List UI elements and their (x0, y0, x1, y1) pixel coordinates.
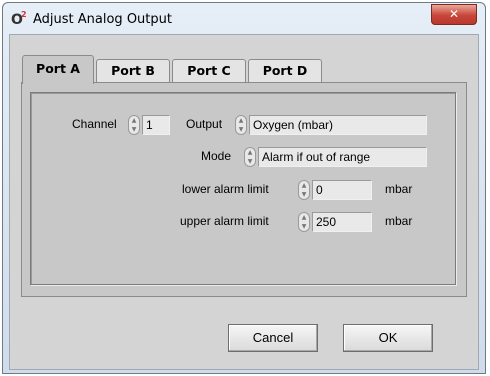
spin-up-icon[interactable]: ▲ (245, 148, 255, 157)
dialog-window: O2 Adjust Analog Output ✕ Port A Port B … (2, 2, 486, 374)
spin-down-icon[interactable]: ▼ (129, 125, 139, 134)
ok-button[interactable]: OK (343, 324, 433, 352)
spin-down-icon[interactable]: ▼ (299, 222, 309, 231)
cancel-button[interactable]: Cancel (228, 324, 318, 352)
dialog-content: Port A Port B Port C Port D Channel ▲ ▼ … (9, 34, 479, 370)
upper-alarm-limit-label: upper alarm limit (180, 214, 269, 228)
tab-port-d[interactable]: Port D (248, 59, 322, 83)
upper-alarm-field[interactable]: 250 (312, 212, 372, 232)
mode-field[interactable]: Alarm if out of range (258, 147, 427, 167)
tab-port-c[interactable]: Port C (172, 59, 246, 83)
mode-spinner[interactable]: ▲ ▼ (244, 147, 256, 167)
window-title: Adjust Analog Output (33, 12, 172, 27)
app-icon: O2 (11, 10, 27, 28)
tab-port-a[interactable]: Port A (22, 55, 94, 84)
close-button[interactable]: ✕ (431, 4, 477, 25)
lower-alarm-limit-label: lower alarm limit (182, 182, 269, 196)
channel-field[interactable]: 1 (142, 115, 170, 135)
output-spinner[interactable]: ▲ ▼ (235, 115, 247, 135)
channel-spinner[interactable]: ▲ ▼ (128, 115, 140, 135)
channel-label: Channel (72, 117, 117, 131)
spin-up-icon[interactable]: ▲ (299, 181, 309, 190)
tab-panel: Channel ▲ ▼ 1 Output ▲ ▼ Oxygen (mbar) M… (21, 82, 467, 297)
settings-group: Channel ▲ ▼ 1 Output ▲ ▼ Oxygen (mbar) M… (30, 92, 456, 285)
spin-up-icon[interactable]: ▲ (129, 116, 139, 125)
spin-down-icon[interactable]: ▼ (299, 190, 309, 199)
spin-down-icon[interactable]: ▼ (245, 157, 255, 166)
spin-down-icon[interactable]: ▼ (236, 125, 246, 134)
lower-alarm-spinner[interactable]: ▲ ▼ (298, 180, 310, 200)
output-field[interactable]: Oxygen (mbar) (249, 115, 427, 135)
upper-alarm-unit: mbar (385, 214, 413, 228)
spin-up-icon[interactable]: ▲ (236, 116, 246, 125)
upper-alarm-spinner[interactable]: ▲ ▼ (298, 212, 310, 232)
spin-up-icon[interactable]: ▲ (299, 213, 309, 222)
tab-port-b[interactable]: Port B (96, 59, 170, 83)
lower-alarm-unit: mbar (385, 182, 413, 196)
lower-alarm-field[interactable]: 0 (312, 180, 372, 200)
mode-label: Mode (201, 149, 232, 163)
title-bar[interactable]: O2 Adjust Analog Output ✕ (3, 3, 485, 35)
output-label: Output (186, 117, 223, 131)
